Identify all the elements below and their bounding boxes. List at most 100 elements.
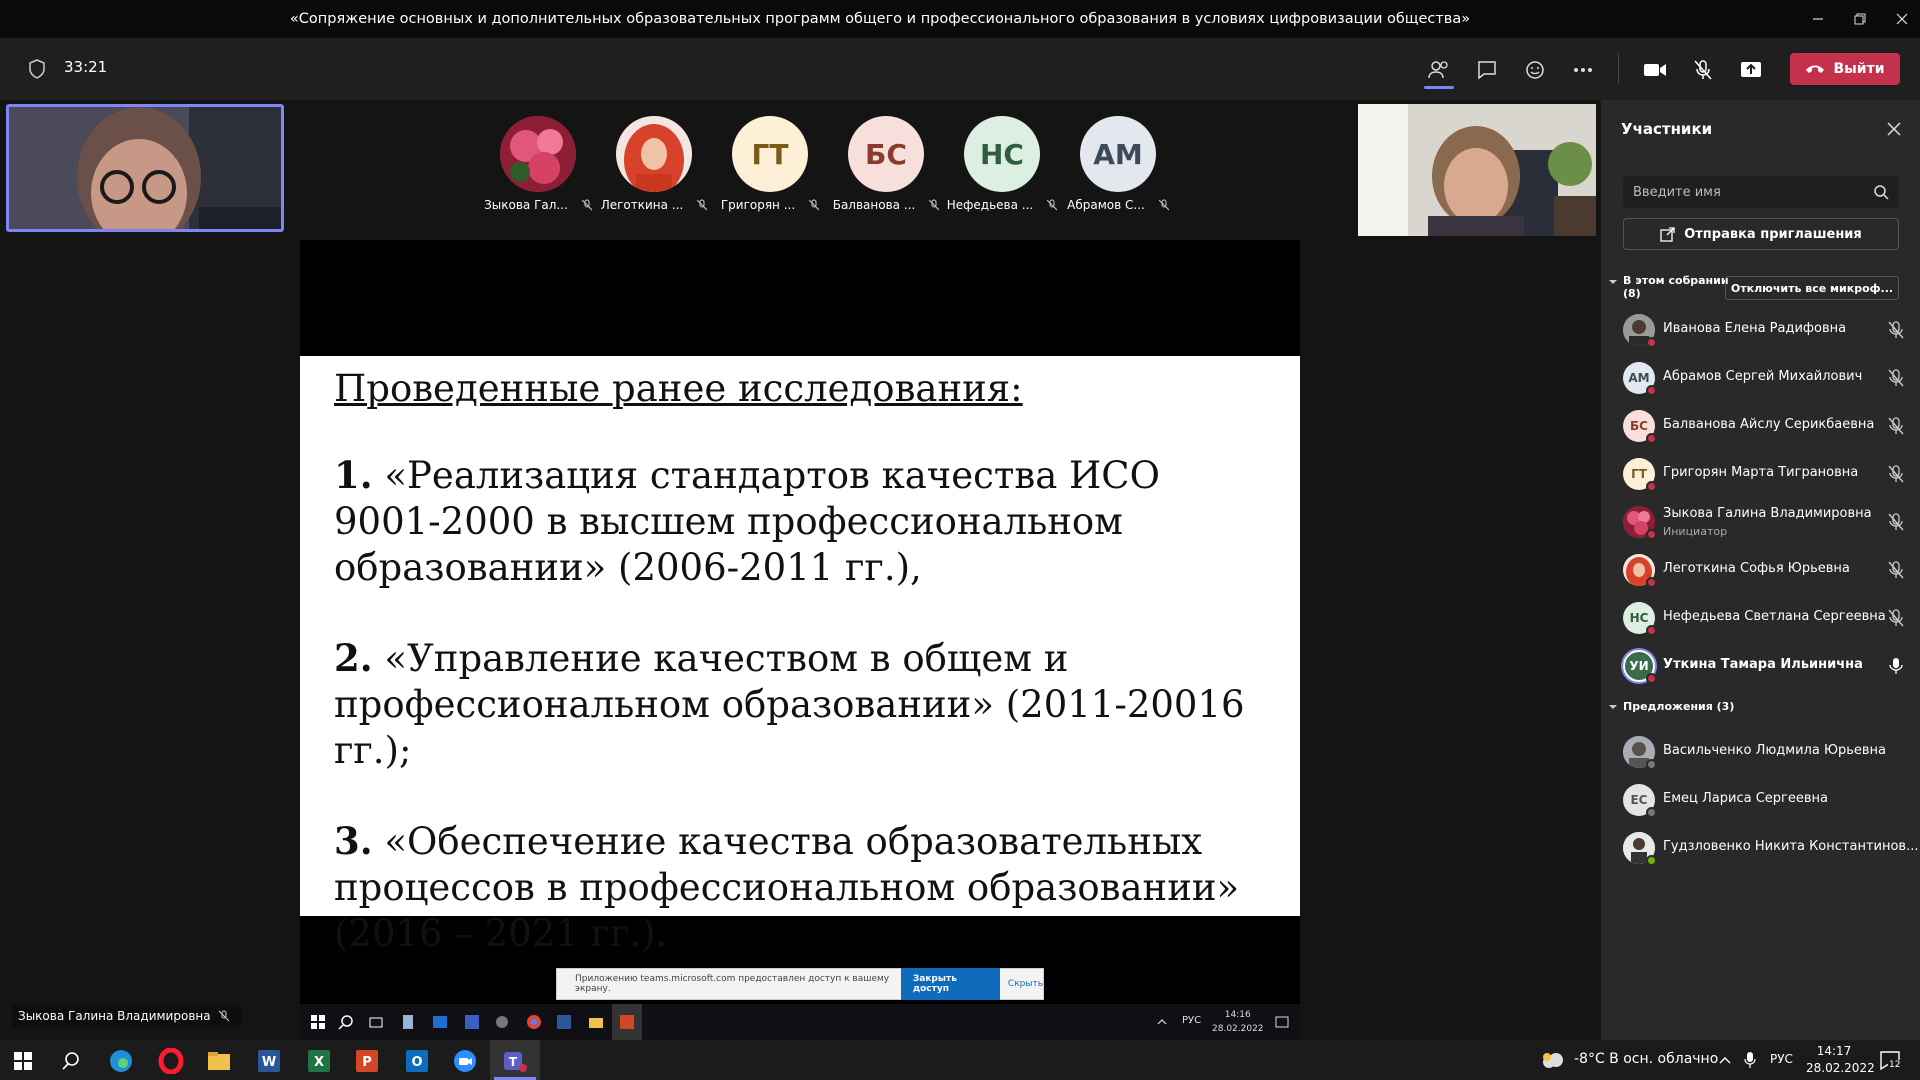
search-button[interactable] [58,1048,84,1074]
mic-off-icon [1888,561,1904,579]
explorer-button[interactable] [206,1048,232,1074]
powerpoint-button[interactable]: P [354,1048,380,1074]
word-button[interactable]: W [256,1048,282,1074]
item-text: «Реализация стандартов качества ИСО 9001… [334,454,1160,589]
outlook-icon [433,1016,447,1028]
mute-all-button[interactable]: Отключить все микроф... [1725,276,1899,300]
avatar [1623,554,1657,588]
edge-button[interactable] [108,1048,134,1074]
suggestion-name: Гудзловенко Никита Константинов... [1663,839,1919,854]
participant-row[interactable]: Леготкина Софья Юрьевна [1601,546,1920,594]
leave-button[interactable]: Выйти [1790,53,1900,85]
participant-row[interactable]: Зыкова Галина Владимировна Инициатор [1601,498,1920,546]
participant-tile[interactable]: БС Балванова ... [828,116,944,212]
mic-off-icon [1888,417,1904,435]
start-button[interactable] [10,1048,36,1074]
participants-button[interactable] [1424,55,1454,85]
participant-role: Инициатор [1663,525,1728,538]
weather-text[interactable]: -8°C В осн. облачно [1574,1051,1718,1067]
notifications-button[interactable]: 12 [1878,1048,1902,1072]
self-video[interactable] [1358,104,1596,236]
zoom-button[interactable] [452,1048,478,1074]
notification-icon [1275,1016,1289,1028]
svg-text:O: O [411,1055,422,1070]
mic-off-icon [1047,199,1058,211]
presentation-slide: Проведенные ранее исследования: 1. «Реал… [300,356,1300,955]
participant-tile[interactable]: Зыкова Гал... [480,116,596,212]
participants-panel: Участники Отправка приглашения В этом со… [1600,100,1920,1040]
hide-button[interactable]: Скрыть [1008,979,1043,989]
tile-name: Нефедьева ... [946,198,1034,212]
outlook-button[interactable]: O [404,1048,430,1074]
camera-button[interactable] [1640,55,1670,85]
search-icon[interactable] [1873,184,1889,200]
participant-row-self[interactable]: УИ Уткина Тамара Ильинична [1601,642,1920,690]
participant-name: Нефедьева Светлана Сергеевна [1663,609,1886,624]
participant-row[interactable]: Иванова Елена Радифовна [1601,306,1920,354]
mic-off-icon [1888,321,1904,339]
mic-icon[interactable] [1744,1051,1756,1069]
participant-row[interactable]: ГТ Григорян Марта Тиграновна [1601,450,1920,498]
svg-text:W: W [262,1055,276,1070]
slide-item: 1. «Реализация стандартов качества ИСО 9… [334,452,1266,591]
item-number: 3. [334,819,373,863]
clock-date: 28.02.2022 [1806,1061,1875,1075]
meeting-timer: 33:21 [64,58,108,76]
suggestion-row[interactable]: ЕС Емец Лариса Сергеевна [1601,776,1920,824]
in-meeting-label: В этом собрании [1623,274,1729,287]
shared-screen[interactable]: Проведенные ранее исследования: 1. «Реал… [300,240,1300,1040]
reaction-icon [1526,61,1544,79]
participant-name: Балванова Айслу Серикбаевна [1663,417,1875,432]
avatar [1623,832,1657,866]
mic-off-icon [1694,60,1712,80]
item-text: «Управление качеством в общем и професси… [334,637,1245,772]
close-window-button[interactable] [1876,0,1920,38]
teams-button[interactable]: T [502,1048,528,1074]
slide-item: 2. «Управление качеством в общем и профе… [334,635,1266,774]
document-icon [403,1015,413,1029]
participant-name: Зыкова Галина Владимировна [1663,506,1872,521]
opera-button[interactable] [158,1048,184,1074]
window-title: «Сопряжение основных и дополнительных об… [289,11,1471,27]
avatar: БС [848,116,924,192]
powerpoint-icon: P [356,1050,378,1072]
search-icon [62,1052,79,1070]
search-input[interactable] [1633,184,1873,200]
reactions-button[interactable] [1520,55,1550,85]
stop-sharing-button[interactable]: Закрыть доступ [900,968,1000,1000]
participant-row[interactable]: НС Нефедьева Светлана Сергеевна [1601,594,1920,642]
system-clock[interactable]: 14:17 28.02.2022 [1806,1043,1875,1077]
outlook-icon: O [406,1050,428,1072]
avatar [500,116,576,192]
microphone-button[interactable] [1688,55,1718,85]
participant-tile[interactable]: ГТ Григорян ... [712,116,828,212]
excel-button[interactable]: X [306,1048,332,1074]
participant-name: Иванова Елена Радифовна [1663,321,1847,336]
close-icon[interactable] [1885,120,1903,138]
windows-icon [14,1052,32,1070]
send-invite-button[interactable]: Отправка приглашения [1623,218,1899,250]
language-indicator[interactable]: РУС [1770,1052,1793,1066]
participant-tile[interactable]: Леготкина ... [596,116,712,212]
status-dot [1646,337,1657,348]
mic-icon [1889,658,1903,674]
share-screen-button[interactable] [1736,55,1766,85]
presenter-video[interactable] [6,104,284,232]
suggestions-section-header[interactable]: Предложения (3) [1609,700,1734,713]
suggestion-row[interactable]: Гудзловенко Никита Константинов... [1601,824,1920,872]
more-actions-button[interactable] [1568,55,1598,85]
suggestion-row[interactable]: Васильченко Людмила Юрьевна [1601,728,1920,776]
chat-button[interactable] [1472,55,1502,85]
participant-row[interactable]: БС Балванова Айслу Серикбаевна [1601,402,1920,450]
suggestions-label: Предложения (3) [1623,700,1735,713]
mic-off-icon [1158,199,1169,211]
more-icon [1574,68,1592,72]
share-notification-bar: Приложению teams.microsoft.com предостав… [556,968,1044,1000]
participant-row[interactable]: АМ Абрамов Сергей Михайлович [1601,354,1920,402]
participant-tile[interactable]: НС Нефедьева ... [944,116,1060,212]
participant-tile[interactable]: АМ Абрамов С... [1060,116,1176,212]
tile-name: Балванова ... [832,198,916,212]
chevron-up-icon[interactable] [1718,1054,1732,1066]
in-meeting-section-header[interactable]: В этом собрании (8) [1609,274,1729,300]
active-tab-indicator [1424,86,1454,89]
